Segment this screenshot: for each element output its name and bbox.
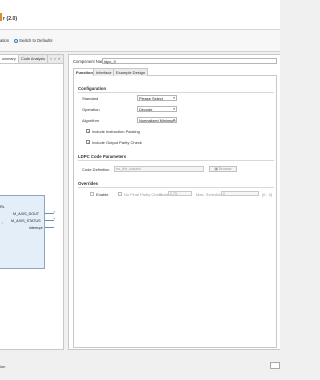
section-divider: [78, 92, 274, 93]
enable-overrides-label: Enable: [96, 192, 109, 197]
section-divider: [78, 160, 274, 161]
menu-icon[interactable]: ≡: [58, 57, 60, 61]
ok-button[interactable]: [270, 362, 280, 369]
pin-label-m-axis-status: M_AXIS_STATUS: [11, 219, 41, 223]
footer-text: ion: [0, 364, 6, 369]
code-definition-input[interactable]: no_file_loaded: [114, 166, 204, 172]
block-diagram-area: RL ↓ M_AXIS_DOUT M_AXIS_STATUS interrupt…: [0, 65, 63, 349]
dialog-footer: ion: [0, 350, 280, 380]
operation-value: Decode: [139, 107, 153, 112]
documentation-link[interactable]: ation: [0, 38, 9, 43]
browse-label: Browse: [218, 167, 232, 171]
component-name-input[interactable]: ldpc_0: [102, 58, 277, 64]
function-tab-body: Configuration Standard Please Select ▾ Op…: [73, 76, 277, 348]
max-schedule-range: [0 - 0]: [262, 192, 273, 197]
no-final-parity-label: No Final Parity Check: [124, 192, 163, 197]
config-tabs: Function Interface Example Design: [73, 68, 277, 76]
algorithm-select[interactable]: Normalized Minimum ▾: [137, 117, 177, 123]
pin-label-rl: RL: [0, 205, 5, 209]
window-title-bar: r (2.0): [0, 0, 280, 30]
configuration-section-title: Configuration: [78, 86, 107, 91]
pin-label-m-axis-dout: M_AXIS_DOUT: [13, 212, 40, 216]
pin-line-interrupt: [45, 227, 54, 228]
refresh-icon: [14, 38, 18, 43]
window-title: r (2.0): [3, 16, 18, 22]
symbol-panel: ummary Code Analysis < > ≡ RL ↓ M_AXIS_D…: [0, 54, 64, 350]
scroll-right-icon[interactable]: >: [54, 57, 56, 61]
section-divider: [78, 187, 274, 188]
tab-example-design[interactable]: Example Design: [113, 68, 149, 76]
tab-summary[interactable]: ummary: [0, 55, 19, 63]
code-definition-label: Code Definition: [82, 167, 110, 172]
scroll-left-icon[interactable]: <: [50, 57, 52, 61]
algorithm-label: Algorithm: [82, 118, 99, 123]
chevron-down-icon: ▾: [173, 107, 175, 111]
expand-arrow-icon[interactable]: ↓: [1, 220, 3, 225]
switch-to-defaults-button[interactable]: Switch to Defaults: [14, 38, 53, 43]
max-schedule-label: Max. Schedule: [196, 192, 223, 197]
include-output-parity-check-checkbox[interactable]: [86, 140, 91, 145]
plus-icon[interactable]: +: [53, 216, 55, 221]
enable-overrides-checkbox[interactable]: [90, 192, 94, 196]
tab-code-analysis[interactable]: Code Analysis: [19, 55, 49, 63]
ldpc-params-section-title: LDPC Code Parameters: [78, 154, 127, 159]
standard-label: Standard: [82, 96, 99, 101]
pin-label-interrupt: interrupt: [29, 226, 43, 230]
scale-select[interactable]: 0.75: [168, 191, 192, 196]
overrides-section-title: Overrides: [78, 181, 99, 186]
ip-symbol-block: RL ↓ M_AXIS_DOUT M_AXIS_STATUS interrupt: [0, 195, 45, 269]
max-schedule-input[interactable]: 0: [221, 191, 259, 196]
plus-icon[interactable]: +: [53, 209, 55, 214]
no-final-parity-checkbox[interactable]: [118, 192, 122, 196]
symbol-panel-tabs: ummary Code Analysis < > ≡: [0, 55, 63, 64]
include-instruction-packing-label: Include Instruction Packing: [92, 129, 140, 134]
standard-select[interactable]: Please Select ▾: [137, 95, 177, 101]
operation-label: Operation: [82, 107, 100, 112]
chevron-down-icon: ▾: [173, 118, 175, 122]
toolbar: ation Switch to Defaults: [0, 30, 280, 52]
chevron-down-icon: ▾: [173, 96, 175, 100]
max-schedule-value: 0: [223, 192, 225, 196]
algorithm-value: Normalized Minimum: [139, 118, 176, 123]
switch-to-defaults-label: Switch to Defaults: [19, 38, 53, 43]
include-output-parity-check-label: Include Output Parity Check: [92, 140, 142, 145]
browse-button[interactable]: ▣ Browse: [209, 166, 237, 172]
standard-value: Please Select: [139, 96, 163, 101]
include-instruction-packing-checkbox[interactable]: [86, 129, 91, 134]
configuration-panel: Component Name ldpc_0 Function Interface…: [68, 54, 280, 350]
ip-logo-icon: [0, 13, 2, 21]
operation-select[interactable]: Decode ▾: [137, 106, 177, 112]
scale-value: 0.75: [170, 192, 177, 196]
tab-interface[interactable]: Interface: [93, 68, 115, 76]
